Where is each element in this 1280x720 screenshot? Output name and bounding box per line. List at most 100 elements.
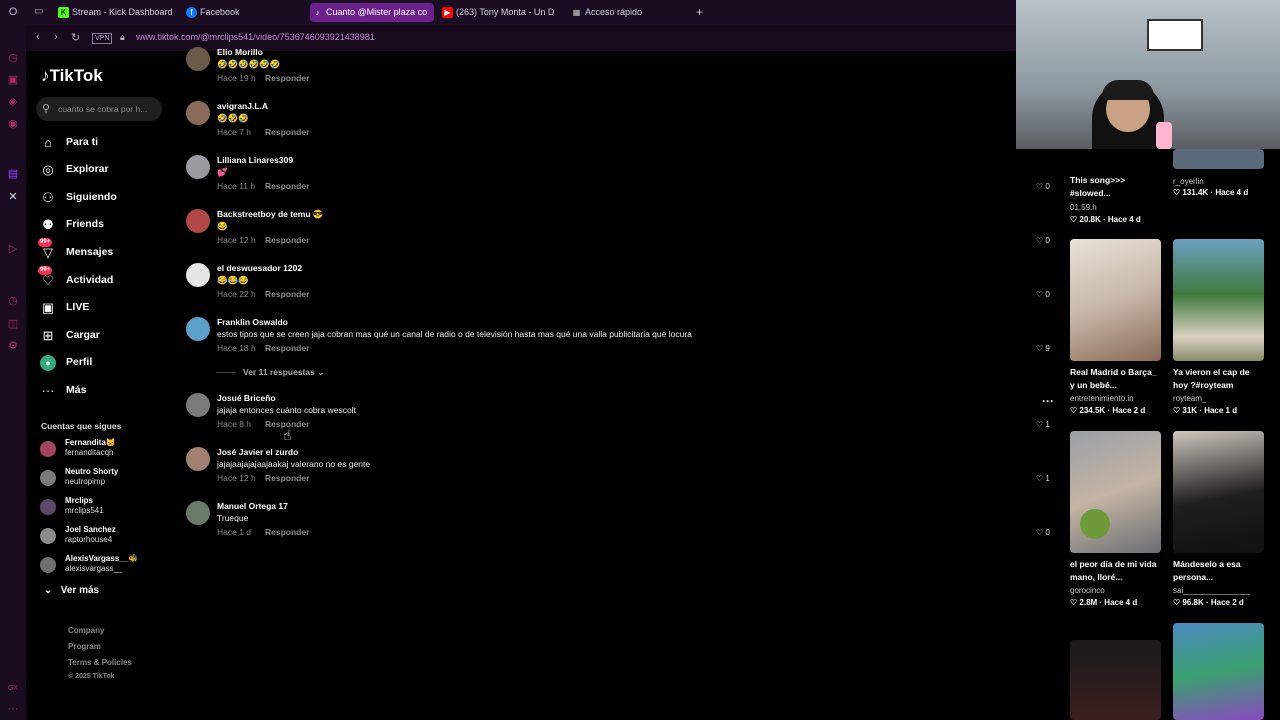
following-account[interactable]: AlexisVargass__🐝 alexisvargass__ — [40, 552, 170, 578]
reload-icon[interactable]: ↻ — [71, 31, 80, 44]
see-more-button[interactable]: ⌄ Ver más — [44, 585, 99, 596]
reply-button[interactable]: Responder — [265, 343, 309, 353]
video-caption[interactable]: Mándeselo a esa persona... — [1173, 558, 1265, 584]
tiktok-logo[interactable]: ♪TikTok — [41, 66, 103, 86]
like-count[interactable]: ♡ 0 — [1036, 236, 1050, 245]
footer-terms[interactable]: Terms & Policies — [68, 658, 132, 667]
avatar[interactable] — [186, 393, 210, 417]
following-account[interactable]: Neutro Shorty neutropimp — [40, 465, 170, 491]
twitch-icon[interactable]: ▤ — [7, 168, 19, 180]
video-caption[interactable]: Ya vieron el cap de hoy ?#royteam — [1173, 366, 1265, 392]
comment-author[interactable]: Lilliana Linares309 — [217, 155, 293, 165]
video-account[interactable]: sai_______________ — [1173, 586, 1250, 595]
like-count[interactable]: ♡ 1 — [1036, 474, 1050, 483]
comment-author[interactable]: avigranJ.L.A — [217, 101, 268, 111]
nav-upload[interactable]: ⊞ Cargar — [40, 324, 164, 346]
reply-button[interactable]: Responder — [265, 73, 309, 83]
nav-profile[interactable]: ● Perfil — [40, 351, 164, 373]
video-thumbnail[interactable] — [1070, 640, 1161, 720]
like-count[interactable]: ♡ 0 — [1036, 290, 1050, 299]
following-account[interactable]: Mrclips mrclips541 — [40, 494, 170, 520]
x-icon[interactable]: ✕ — [7, 191, 19, 203]
video-thumbnail[interactable] — [1070, 239, 1161, 361]
avatar[interactable] — [186, 155, 210, 179]
like-count[interactable]: ♡ 9 — [1036, 344, 1050, 353]
video-thumbnail[interactable] — [1173, 431, 1264, 553]
reply-button[interactable]: Responder — [265, 181, 309, 191]
avatar[interactable] — [186, 209, 210, 233]
forward-icon[interactable]: › — [54, 31, 58, 43]
reply-button[interactable]: Responder — [265, 473, 309, 483]
comment-author[interactable]: Franklin Oswaldo — [217, 317, 288, 327]
url-field[interactable]: www.tiktok.com/@mrclips541/video/7536746… — [136, 32, 375, 42]
opera-logo-icon[interactable]: O — [7, 6, 19, 18]
video-thumbnail[interactable] — [1173, 239, 1264, 361]
nav-explore[interactable]: ◎ Explorar — [40, 158, 164, 180]
following-account[interactable]: Joel Sanchez raptorhouse4 — [40, 523, 170, 549]
whatsapp-icon[interactable]: ◉ — [7, 118, 19, 130]
comment-author[interactable]: Manuel Ortega 17 — [217, 501, 288, 511]
nav-live[interactable]: ▣ LIVE — [40, 296, 164, 318]
settings-icon[interactable]: ⚙ — [7, 340, 19, 352]
clock-icon[interactable]: ◷ — [7, 295, 19, 307]
video-thumbnail[interactable] — [1173, 149, 1264, 169]
reply-button[interactable]: Responder — [265, 527, 309, 537]
comment-author[interactable]: Elio Morillo — [217, 47, 263, 57]
gx-icon[interactable]: GX — [7, 683, 19, 695]
tab-youtube[interactable]: ▶ (263) Tony Monta - Un D — [440, 3, 560, 22]
video-caption[interactable]: This song>>> #slowed... — [1070, 174, 1162, 200]
new-tab-button[interactable]: + — [696, 5, 703, 19]
nav-following[interactable]: ⚇ Siguiendo — [40, 186, 164, 208]
comment-author[interactable]: el deswuesador 1202 — [217, 263, 302, 273]
like-count[interactable]: ♡ 0 — [1036, 528, 1050, 537]
extensions-icon[interactable]: ◫ — [7, 318, 19, 330]
search-box[interactable]: ⚲ — [36, 97, 162, 121]
nav-messages[interactable]: ▽ 99+ Mensajes — [38, 238, 164, 263]
tab-quick-access[interactable]: ▦ Acceso rápido — [569, 3, 689, 22]
comment-author[interactable]: José Javier el zurdo — [217, 447, 298, 457]
avatar[interactable] — [186, 47, 210, 71]
comment-author[interactable]: Backstreetboy de temu 😎 — [217, 209, 323, 220]
tab-facebook[interactable]: f Facebook — [184, 3, 304, 22]
video-caption[interactable]: Real Madrid o Barça_ y un bebé... — [1070, 366, 1162, 392]
video-thumbnail[interactable] — [1070, 431, 1161, 553]
reply-button[interactable]: Responder — [265, 289, 309, 299]
following-account[interactable]: Fernandita🐱 fernanditacqh — [40, 436, 170, 462]
tab-menu-icon[interactable]: ▭ — [34, 6, 43, 17]
video-account[interactable]: royteam_ — [1173, 394, 1206, 403]
tab-tiktok[interactable]: ♪ Cuanto @Mister plaza co — [310, 3, 434, 22]
avatar[interactable] — [186, 501, 210, 525]
nav-friends[interactable]: ⚉ Friends — [40, 213, 164, 235]
bag-icon[interactable]: ▣ — [7, 74, 19, 86]
video-account[interactable]: gorocinco — [1070, 586, 1105, 595]
more-options-icon[interactable]: ··· — [1042, 394, 1054, 408]
messenger-icon[interactable]: ◈ — [7, 96, 19, 108]
video-account[interactable]: 01.59.h — [1070, 203, 1097, 212]
like-count[interactable]: ♡ 0 — [1036, 182, 1050, 191]
view-replies-button[interactable]: Ver 11 respuestas ⌄ — [216, 367, 324, 378]
rail-more-icon[interactable]: ··· — [7, 703, 19, 715]
player-icon[interactable]: ▷ — [7, 243, 19, 255]
like-count[interactable]: ♡ 1 — [1036, 420, 1050, 429]
footer-program[interactable]: Program — [68, 642, 101, 651]
vpn-badge[interactable]: VPN — [92, 33, 113, 44]
video-account[interactable]: r_oyerlin — [1173, 177, 1204, 186]
search-icon[interactable]: ⚲ — [42, 102, 50, 115]
nav-for-you[interactable]: ⌂ Para ti — [40, 131, 164, 153]
video-thumbnail[interactable] — [1173, 623, 1264, 720]
video-caption[interactable]: el peor día de mi vida mano, lloré... — [1070, 558, 1162, 584]
search-input[interactable] — [58, 101, 158, 117]
reply-button[interactable]: Responder — [265, 235, 309, 245]
avatar[interactable] — [186, 263, 210, 287]
tab-kick[interactable]: K Stream - Kick Dashboard — [56, 3, 181, 22]
comment-author[interactable]: Josué Briceño — [217, 393, 276, 403]
back-icon[interactable]: ‹ — [36, 31, 40, 43]
avatar[interactable] — [186, 101, 210, 125]
avatar[interactable] — [186, 447, 210, 471]
history-icon[interactable]: ◷ — [7, 52, 19, 64]
video-account[interactable]: entretenimiento.in — [1070, 394, 1134, 403]
reply-button[interactable]: Responder — [265, 127, 309, 137]
footer-company[interactable]: Company — [68, 626, 104, 635]
nav-more[interactable]: ··· Más — [40, 379, 164, 401]
nav-activity[interactable]: ♡ 99+ Actividad — [38, 266, 164, 291]
